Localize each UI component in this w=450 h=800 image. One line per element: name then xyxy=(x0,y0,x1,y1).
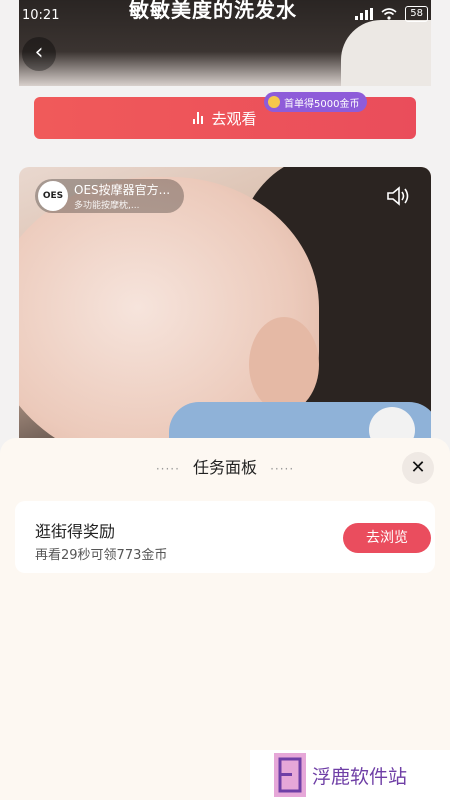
status-bar: 10:21 58 xyxy=(0,0,450,30)
coin-badge-label: 首单得5000金币 xyxy=(284,98,360,110)
task-title: 逛街得奖励 xyxy=(35,522,116,541)
task-subtitle: 再看29秒可领773金币 xyxy=(35,548,168,563)
battery-indicator: 58 xyxy=(405,6,428,22)
task-panel-title: 任务面板 xyxy=(192,458,257,477)
close-button[interactable]: ✕ xyxy=(402,452,434,484)
sound-icon[interactable] xyxy=(385,185,411,207)
watch-button-label: 去观看 xyxy=(211,109,257,128)
signal-icon xyxy=(355,8,374,20)
advertiser-chip[interactable]: OES OES按摩器官方... 多功能按摩枕,... xyxy=(35,179,185,213)
coin-icon xyxy=(268,96,280,108)
advertiser-sub: 多功能按摩枕,... xyxy=(74,201,140,211)
back-arrow-icon: ‹ xyxy=(34,40,44,65)
bar-chart-icon xyxy=(193,112,204,124)
advertiser-logo: OES xyxy=(38,181,68,211)
wifi-icon xyxy=(381,8,397,20)
watermark-text: 浮鹿软件站 xyxy=(312,765,408,788)
status-icons: 58 xyxy=(355,6,428,22)
task-card: 逛街得奖励 再看29秒可领773金币 去浏览 xyxy=(15,501,435,573)
title-dots-left: ····· xyxy=(155,462,180,476)
watermark: 浮鹿软件站 xyxy=(250,750,450,800)
watermark-logo-icon xyxy=(274,753,306,797)
close-icon: ✕ xyxy=(410,457,426,478)
back-button[interactable]: ‹ xyxy=(22,37,56,71)
task-panel-sheet: ····· 任务面板 ····· ✕ 逛街得奖励 再看29秒可领773金币 去浏… xyxy=(0,438,450,800)
task-panel-header: ····· 任务面板 ····· xyxy=(0,454,450,478)
browse-button[interactable]: 去浏览 xyxy=(343,523,431,553)
advertiser-name: OES按摩器官方... xyxy=(74,183,171,197)
title-dots-right: ····· xyxy=(270,462,295,476)
video-image-ear xyxy=(249,317,319,412)
video-ad-card[interactable]: OES OES按摩器官方... 多功能按摩枕,... xyxy=(19,167,431,467)
status-time: 10:21 xyxy=(22,8,60,23)
coin-badge: 首单得5000金币 xyxy=(264,92,368,112)
